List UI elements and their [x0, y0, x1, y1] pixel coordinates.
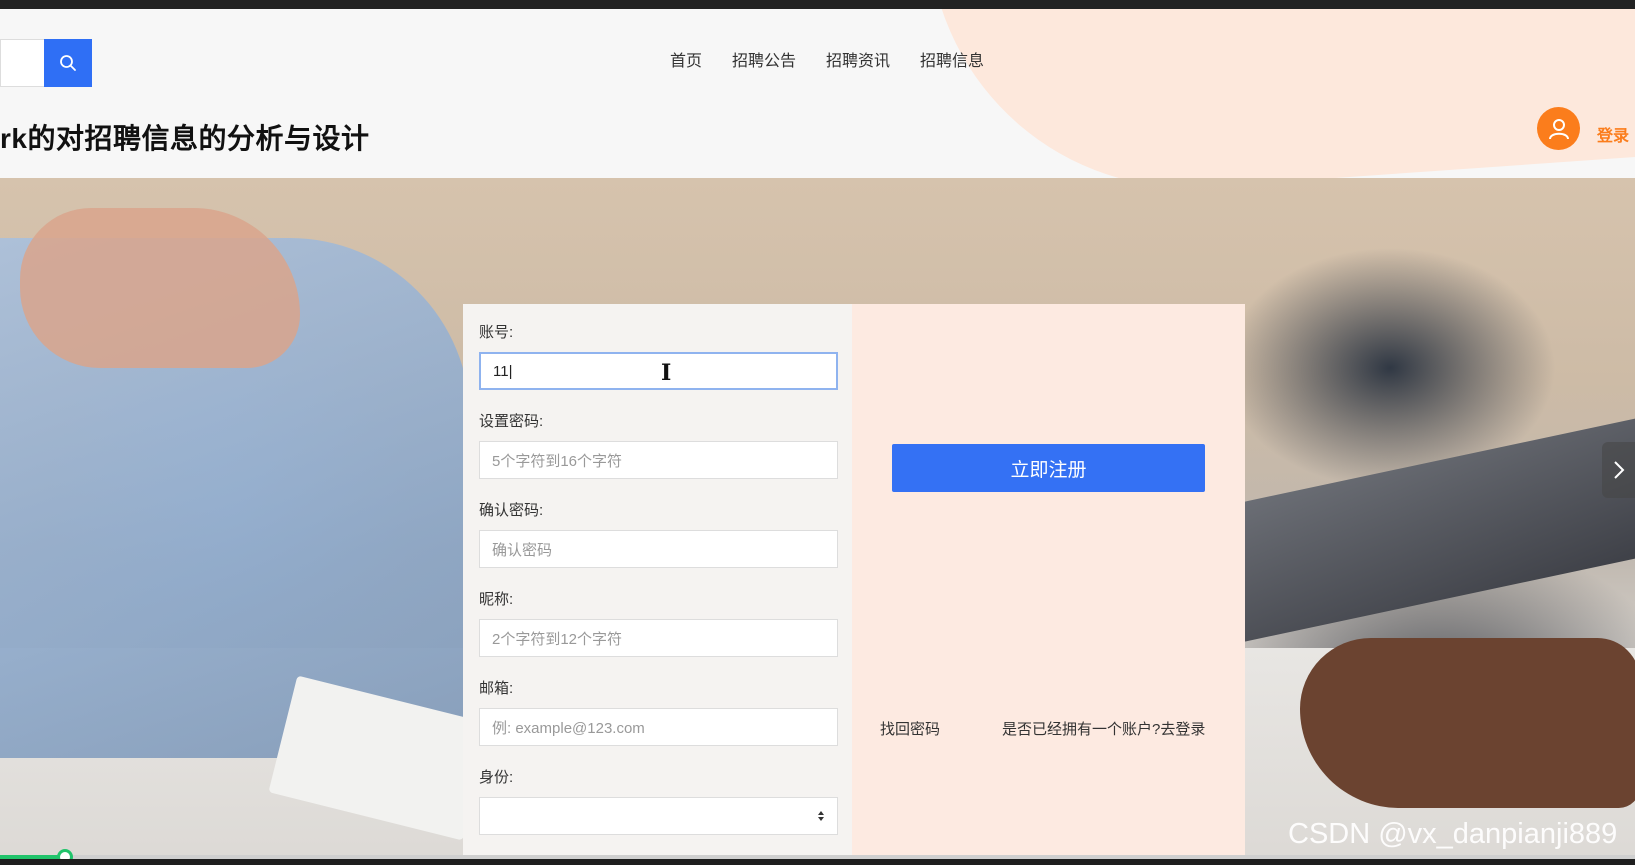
confirm-password-input[interactable]: 确认密码 — [479, 530, 838, 568]
forgot-password-link[interactable]: 找回密码 — [880, 718, 940, 739]
site-header: 首页 招聘公告 招聘资讯 招聘信息 rk的对招聘信息的分析与设计 登录 — [0, 9, 1635, 178]
carousel-next-button[interactable] — [1602, 442, 1635, 498]
nav-news[interactable]: 招聘资讯 — [826, 47, 890, 71]
nav-home[interactable]: 首页 — [670, 47, 702, 71]
password-input[interactable]: 5个字符到16个字符 — [479, 441, 838, 479]
window-top-border — [0, 0, 1635, 9]
login-link[interactable]: 登录 — [1597, 122, 1629, 146]
password-label: 设置密码: — [479, 413, 544, 430]
search-icon — [60, 55, 76, 71]
window-bottom-border — [0, 859, 1635, 865]
identity-select[interactable] — [479, 797, 838, 835]
watermark: CSDN @vx_danpianji889 — [1288, 818, 1618, 850]
search-button[interactable] — [44, 39, 92, 87]
register-button[interactable]: 立即注册 — [892, 444, 1205, 492]
form-fields: 账号: 11| 设置密码: 5个字符到16个字符 确认密码: 确认密码 昵称: … — [463, 304, 852, 855]
text-cursor-icon: I — [661, 360, 672, 386]
avatar[interactable] — [1537, 107, 1580, 150]
chevron-right-icon — [1613, 461, 1624, 479]
search-input[interactable] — [0, 39, 44, 87]
site-title: rk的对招聘信息的分析与设计 — [0, 123, 370, 154]
main-nav: 首页 招聘公告 招聘资讯 招聘信息 — [670, 47, 984, 71]
register-form: 账号: 11| 设置密码: 5个字符到16个字符 确认密码: 确认密码 昵称: … — [463, 304, 1245, 855]
typing-hand — [1300, 638, 1635, 808]
header-decoration — [924, 9, 1635, 178]
nav-job-info[interactable]: 招聘信息 — [920, 47, 984, 71]
identity-label: 身份: — [479, 769, 514, 786]
form-actions: 立即注册 找回密码 是否已经拥有一个账户?去登录 — [852, 304, 1245, 855]
user-icon — [1548, 118, 1569, 139]
nav-announcements[interactable]: 招聘公告 — [732, 47, 796, 71]
go-login-link[interactable]: 是否已经拥有一个账户?去登录 — [1002, 718, 1205, 739]
nickname-label: 昵称: — [479, 591, 514, 608]
account-label: 账号: — [479, 324, 514, 341]
select-arrows-icon — [818, 811, 824, 821]
email-input[interactable]: 例: example@123.com — [479, 708, 838, 746]
laptop — [1240, 413, 1635, 643]
email-label: 邮箱: — [479, 680, 514, 697]
confirm-password-label: 确认密码: — [479, 502, 544, 519]
account-input[interactable]: 11| — [479, 352, 838, 390]
person-hands — [20, 208, 300, 368]
nickname-input[interactable]: 2个字符到12个字符 — [479, 619, 838, 657]
